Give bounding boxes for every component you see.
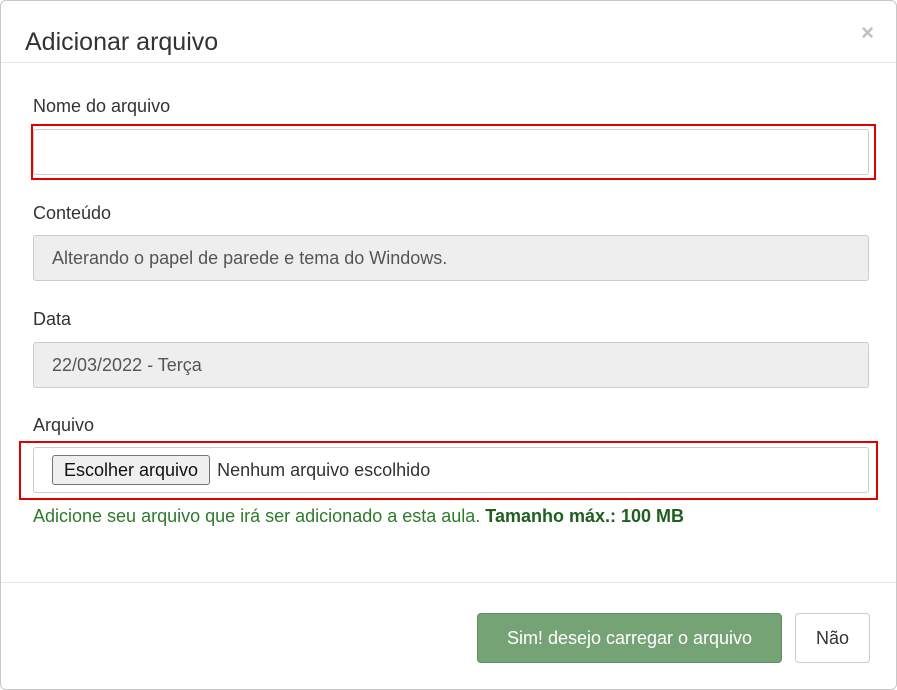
file-picker: Escolher arquivo Nenhum arquivo escolhid… [33,447,869,493]
cancel-button[interactable]: Não [795,613,870,663]
add-file-dialog: Adicionar arquivo × Nome do arquivo Cont… [0,0,897,690]
help-text: Adicione seu arquivo que irá ser adicion… [33,505,684,527]
file-status-text: Nenhum arquivo escolhido [217,460,431,480]
file-label: Arquivo [33,415,95,435]
file-name-label: Nome do arquivo [33,96,171,116]
dialog-header: Adicionar arquivo × [1,1,896,63]
confirm-upload-button[interactable]: Sim! desejo carregar o arquivo [477,613,782,663]
help-text-main: Adicione seu arquivo que irá ser adicion… [33,506,486,526]
file-name-input[interactable] [33,129,869,175]
content-label: Conteúdo [33,203,112,223]
content-field: Alterando o papel de parede e tema do Wi… [33,235,869,281]
dialog-footer [1,582,896,583]
choose-file-button[interactable]: Escolher arquivo [52,455,211,485]
date-label: Data [33,309,72,329]
close-icon[interactable]: × [861,21,874,45]
max-size-text: Tamanho máx.: 100 MB [485,506,685,526]
date-field: 22/03/2022 - Terça [33,342,869,388]
dialog-title: Adicionar arquivo [25,28,219,56]
